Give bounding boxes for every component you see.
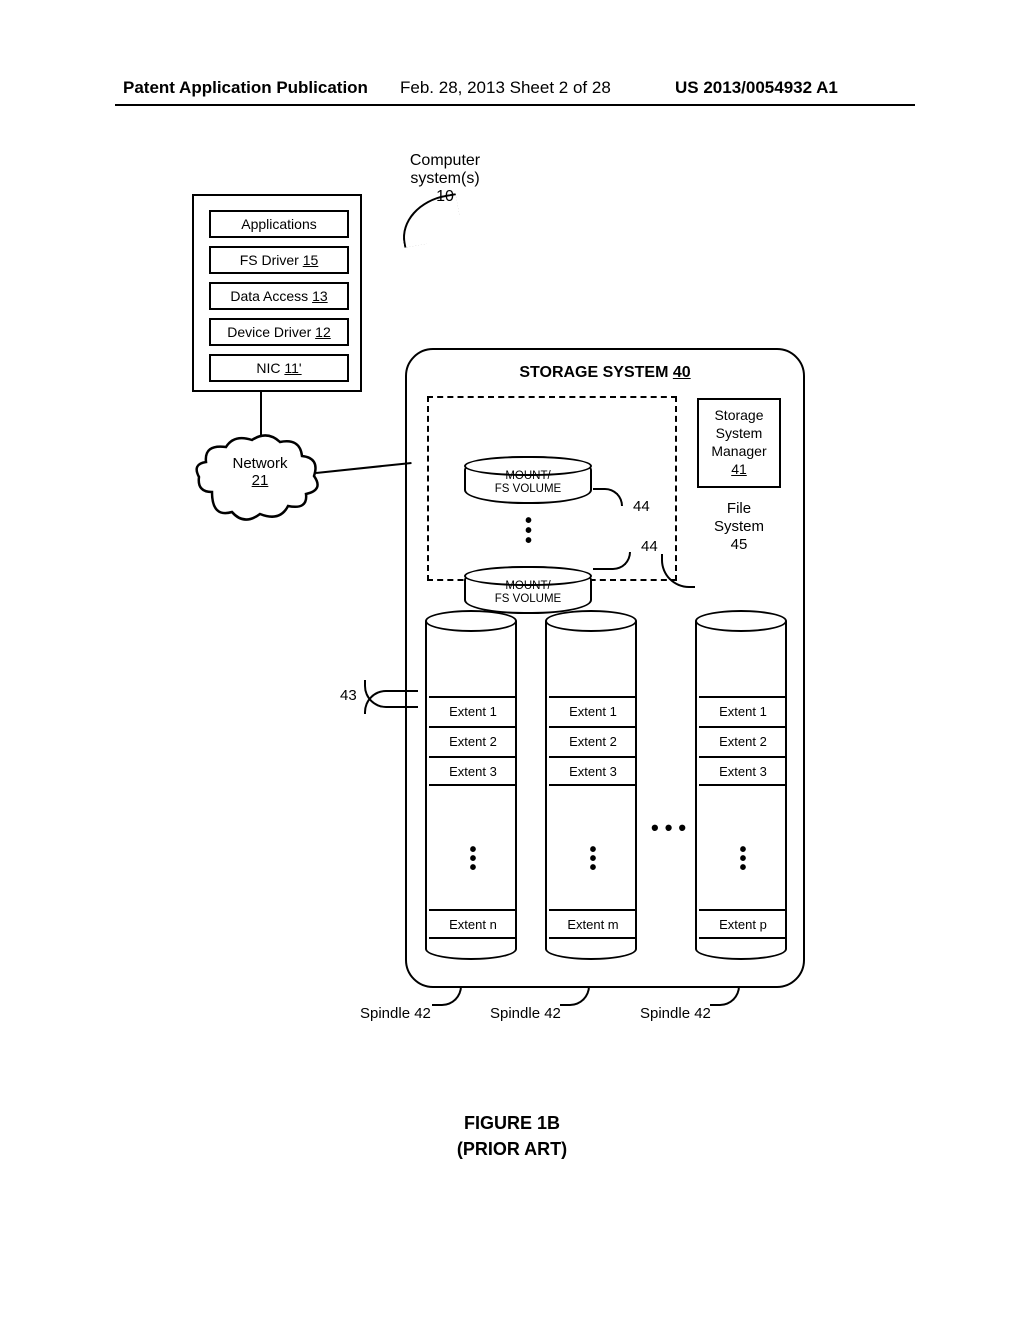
fig-l2: (PRIOR ART) — [457, 1139, 567, 1159]
patent-figure-page: Patent Application Publication Feb. 28, … — [0, 0, 1024, 1320]
apps-row: Applications — [209, 210, 349, 238]
mgr-l3: Manager — [711, 443, 766, 459]
spindle-1-label: Spindle 42 — [360, 1005, 431, 1022]
fs-driver-row: FS Driver 15 — [209, 246, 349, 274]
spindle-1: Extent 1 Extent 2 Extent 3 ••• Extent n — [425, 610, 517, 960]
header-left: Patent Application Publication — [123, 78, 368, 98]
mgr-l2: System — [716, 425, 763, 441]
spindle-2-label: Spindle 42 — [490, 1005, 561, 1022]
nic-row: NIC 11' — [209, 354, 349, 382]
spindle-3: Extent 1 Extent 2 Extent 3 ••• Extent p — [695, 610, 787, 960]
vol1-leader — [593, 488, 623, 506]
header-rule — [115, 104, 915, 106]
extent-cell: Extent m — [549, 909, 637, 939]
spindle-2: Extent 1 Extent 2 Extent 3 ••• Extent m — [545, 610, 637, 960]
spindle-3-label: Spindle 42 — [640, 1005, 711, 1022]
mgr-num: 41 — [731, 461, 747, 477]
vertical-ellipsis-icon: ••• — [547, 846, 639, 873]
vol1-text: MOUNT/ FS VOLUME — [466, 470, 590, 496]
nic-text: NIC — [256, 360, 284, 376]
device-driver-row: Device Driver 12 — [209, 318, 349, 346]
comp-label-l1: Computer — [410, 152, 480, 169]
ref-43-label: 43 — [340, 687, 357, 704]
spindle-3-leader — [710, 986, 740, 1006]
dd-num: 12 — [315, 324, 331, 340]
da-text: Data Access — [230, 288, 312, 304]
vol2-leader — [593, 552, 631, 570]
figure-caption: FIGURE 1B (PRIOR ART) — [0, 1110, 1024, 1162]
extent-cell: Extent 1 — [549, 696, 637, 726]
mount-volume-1: MOUNT/ FS VOLUME — [464, 456, 592, 504]
connector-cloud-storage — [316, 462, 412, 474]
vol-l1: MOUNT/ — [505, 470, 550, 482]
fs-l1: File — [727, 500, 751, 517]
extent-cell: Extent 3 — [699, 756, 787, 786]
spindle-1-leader — [432, 986, 462, 1006]
storage-manager-box: Storage System Manager 41 — [697, 398, 781, 488]
extent-cell: Extent 1 — [429, 696, 517, 726]
fs-l2: System — [714, 518, 764, 535]
dd-text: Device Driver — [227, 324, 315, 340]
extent-cell: Extent 3 — [429, 756, 517, 786]
net-text: Network — [232, 455, 287, 472]
cylinder-body: Extent 1 Extent 2 Extent 3 ••• Extent n — [425, 621, 517, 960]
horizontal-ellipsis-icon: ••• — [651, 815, 692, 841]
connector-comp-cloud — [260, 392, 262, 436]
comp-label-l2: system(s) — [410, 170, 479, 187]
mgr-l1: Storage — [714, 407, 763, 423]
net-num: 21 — [252, 472, 269, 489]
vertical-ellipsis-icon: ••• — [427, 846, 519, 873]
cylinder-top-icon — [695, 610, 787, 632]
storage-system-box: STORAGE SYSTEM 40 Storage System Manager… — [405, 348, 805, 988]
cylinder-top-icon — [425, 610, 517, 632]
vol-l2: FS VOLUME — [495, 483, 561, 495]
vol-l2b: FS VOLUME — [495, 593, 561, 605]
extent-cell: Extent 2 — [699, 726, 787, 756]
storage-title-text: STORAGE SYSTEM — [519, 364, 673, 381]
extent-cell: Extent n — [429, 909, 517, 939]
cylinder-body: Extent 1 Extent 2 Extent 3 ••• Extent m — [545, 621, 637, 960]
fsd-text: FS Driver — [240, 252, 303, 268]
storage-title: STORAGE SYSTEM 40 — [407, 364, 803, 382]
nic-num: 11' — [284, 360, 301, 376]
vol1-ref-num: 44 — [633, 498, 650, 515]
fs-volume-group: MOUNT/ FS VOLUME 44 ••• 44 MOUNT/ FS VOL… — [427, 396, 677, 581]
network-label: Network 21 — [220, 455, 300, 489]
spindle-2-leader — [560, 986, 590, 1006]
ref-43-leader-b — [364, 690, 418, 714]
header-right: US 2013/0054932 A1 — [675, 78, 838, 98]
extent-cell: Extent 3 — [549, 756, 637, 786]
computer-system-box: Applications FS Driver 15 Data Access 13… — [192, 194, 362, 392]
mount-volume-2: MOUNT/ FS VOLUME — [464, 566, 592, 614]
vertical-ellipsis-icon: ••• — [697, 846, 789, 873]
extent-cell: Extent 1 — [699, 696, 787, 726]
fs-num: 45 — [731, 536, 748, 553]
fig-l1: FIGURE 1B — [464, 1113, 560, 1133]
header-center: Feb. 28, 2013 Sheet 2 of 28 — [400, 78, 611, 98]
vol-vertical-ellipsis-icon: ••• — [525, 516, 530, 546]
extent-cell: Extent 2 — [549, 726, 637, 756]
vol2-text: MOUNT/ FS VOLUME — [466, 580, 590, 606]
da-num: 13 — [312, 288, 328, 304]
cylinder-body: Extent 1 Extent 2 Extent 3 ••• Extent p — [695, 621, 787, 960]
fsd-num: 15 — [303, 252, 319, 268]
extent-cell: Extent 2 — [429, 726, 517, 756]
file-system-label: File System 45 — [701, 500, 777, 554]
vol2-ref-num: 44 — [641, 538, 658, 555]
cylinder-top-icon — [545, 610, 637, 632]
data-access-row: Data Access 13 — [209, 282, 349, 310]
storage-title-num: 40 — [673, 364, 691, 381]
extent-cell: Extent p — [699, 909, 787, 939]
vol-l1b: MOUNT/ — [505, 580, 550, 592]
